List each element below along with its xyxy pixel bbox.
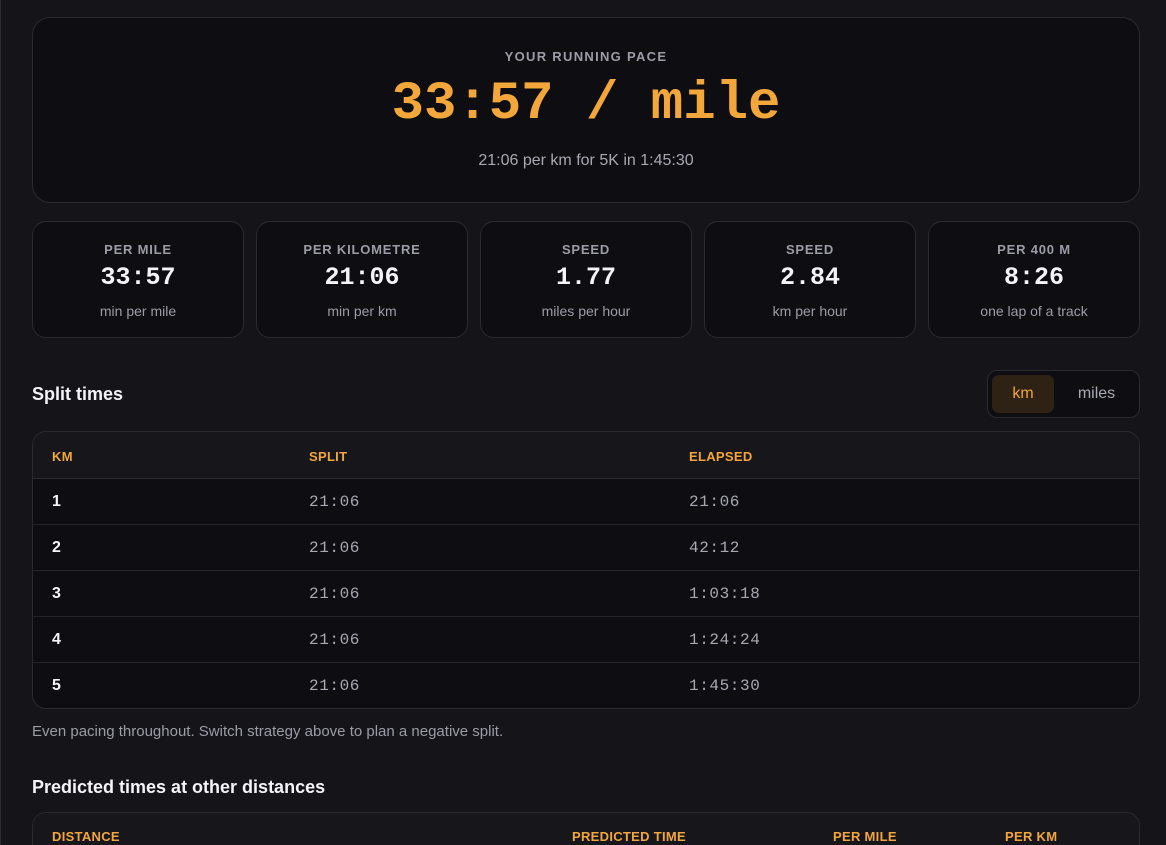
pace-subtitle: 21:06 per km for 5K in 1:45:30 xyxy=(478,152,694,169)
split-cell: 21:06 xyxy=(309,493,361,511)
split-cell: 21:06 xyxy=(309,631,361,649)
elapsed-cell: 21:06 xyxy=(689,493,741,511)
elapsed-cell: 42:12 xyxy=(689,539,741,557)
table-header: KM SPLIT ELAPSED xyxy=(33,432,1139,479)
table-row: 4 21:06 1:24:24 xyxy=(33,617,1139,663)
stat-card-per-mile: PER MILE 33:57 min per mile xyxy=(32,221,244,338)
stat-card-per-km: PER KILOMETRE 21:06 min per km xyxy=(256,221,468,338)
stat-card-per-400m: PER 400 M 8:26 one lap of a track xyxy=(928,221,1140,338)
column-header-per-km: PER KM xyxy=(1005,829,1058,844)
stat-label: PER 400 M xyxy=(997,242,1071,257)
unit-toggle-km-button[interactable]: km xyxy=(992,375,1054,413)
predicted-times-table: DISTANCE PREDICTED TIME PER MILE PER KM xyxy=(32,812,1140,845)
stat-unit: miles per hour xyxy=(541,303,631,319)
stat-cards: PER MILE 33:57 min per mile PER KILOMETR… xyxy=(32,221,1140,338)
predicted-times-title: Predicted times at other distances xyxy=(32,777,326,797)
page-edge-divider xyxy=(0,0,1,845)
stat-value: 21:06 xyxy=(324,263,400,292)
stat-value: 8:26 xyxy=(1003,263,1064,292)
stat-unit: one lap of a track xyxy=(980,303,1088,319)
pace-eyebrow: YOUR RUNNING PACE xyxy=(504,49,668,64)
km-cell: 2 xyxy=(52,539,61,556)
stat-value: 2.84 xyxy=(779,263,840,292)
table-row: 3 21:06 1:03:18 xyxy=(33,571,1139,617)
column-header-per-mile: PER MILE xyxy=(833,829,897,844)
stat-card-speed-kph: SPEED 2.84 km per hour xyxy=(704,221,916,338)
unit-toggle-miles-button[interactable]: miles xyxy=(1058,375,1135,413)
stat-unit: km per hour xyxy=(772,303,848,319)
split-times-table: KM SPLIT ELAPSED 1 21:06 21:06 2 21:06 4… xyxy=(32,431,1140,709)
stat-unit: min per mile xyxy=(99,303,177,319)
stat-label: SPEED xyxy=(561,242,611,257)
stat-value: 1.77 xyxy=(555,263,616,292)
stat-label: PER KILOMETRE xyxy=(303,242,421,257)
table-row: 1 21:06 21:06 xyxy=(33,479,1139,525)
km-cell: 4 xyxy=(52,631,61,648)
elapsed-cell: 1:24:24 xyxy=(689,631,761,649)
table-row: 2 21:06 42:12 xyxy=(33,525,1139,571)
pacing-note: Even pacing throughout. Switch strategy … xyxy=(32,723,504,740)
stat-label: PER MILE xyxy=(104,242,172,257)
split-cell: 21:06 xyxy=(309,677,361,695)
column-header-split: SPLIT xyxy=(309,449,348,464)
split-cell: 21:06 xyxy=(309,539,361,557)
split-times-title: Split times xyxy=(32,384,124,404)
column-header-predicted-time: PREDICTED TIME xyxy=(572,829,686,844)
stat-label: SPEED xyxy=(785,242,835,257)
column-header-km: KM xyxy=(52,449,73,464)
stat-unit: min per km xyxy=(327,303,397,319)
pace-summary-card: YOUR RUNNING PACE 33:57 / mile 21:06 per… xyxy=(32,17,1140,203)
table-header: DISTANCE PREDICTED TIME PER MILE PER KM xyxy=(33,813,1139,845)
elapsed-cell: 1:45:30 xyxy=(689,677,761,695)
split-cell: 21:06 xyxy=(309,585,361,603)
unit-toggle: km miles xyxy=(987,370,1140,418)
km-cell: 1 xyxy=(52,493,61,510)
table-row: 5 21:06 1:45:30 xyxy=(33,663,1139,708)
stat-card-speed-mph: SPEED 1.77 miles per hour xyxy=(480,221,692,338)
elapsed-cell: 1:03:18 xyxy=(689,585,761,603)
stat-value: 33:57 xyxy=(100,263,176,292)
pace-headline: 33:57 / mile xyxy=(391,74,781,135)
column-header-distance: DISTANCE xyxy=(52,829,120,844)
km-cell: 3 xyxy=(52,585,61,602)
column-header-elapsed: ELAPSED xyxy=(689,449,753,464)
km-cell: 5 xyxy=(52,677,61,694)
